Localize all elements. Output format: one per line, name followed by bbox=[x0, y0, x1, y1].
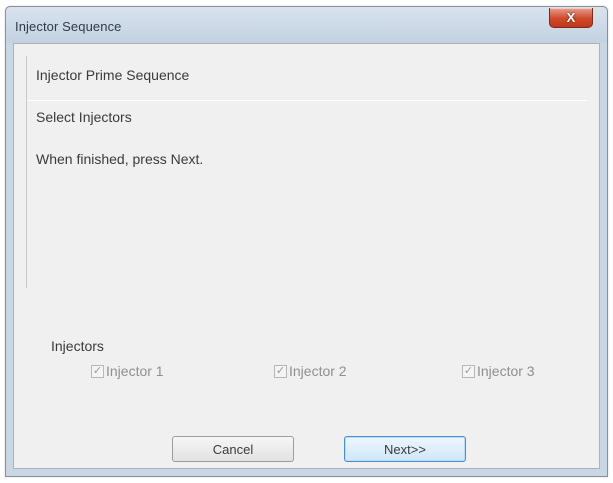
checkbox-checked-icon[interactable]: ✓ bbox=[462, 364, 475, 378]
injector-2-label: Injector 2 bbox=[289, 363, 347, 379]
close-button[interactable]: X bbox=[549, 8, 593, 28]
injectors-group: Injectors ✓ Injector 1 ✓ Injector 2 ✓ In… bbox=[42, 326, 582, 386]
checkbox-checked-icon[interactable]: ✓ bbox=[274, 364, 287, 378]
sequence-info-panel: Injector Prime Sequence Select Injectors… bbox=[26, 56, 587, 288]
dialog-body: Injector Prime Sequence Select Injectors… bbox=[13, 43, 600, 469]
window-title: Injector Sequence bbox=[15, 19, 122, 34]
next-button[interactable]: Next>> bbox=[344, 436, 466, 462]
step-label: Select Injectors bbox=[36, 109, 132, 125]
injector-sequence-dialog: Injector Sequence X Injector Prime Seque… bbox=[5, 6, 608, 477]
header-divider bbox=[27, 100, 587, 101]
title-bar[interactable]: Injector Sequence X bbox=[6, 7, 607, 43]
injector-3-label: Injector 3 bbox=[477, 363, 535, 379]
sequence-title: Injector Prime Sequence bbox=[36, 67, 190, 83]
cancel-button[interactable]: Cancel bbox=[172, 436, 294, 462]
injector-3-checkbox[interactable]: ✓ Injector 3 bbox=[462, 363, 535, 379]
checkbox-checked-icon[interactable]: ✓ bbox=[91, 364, 104, 378]
close-icon: X bbox=[566, 10, 576, 25]
instruction-text: When finished, press Next. bbox=[36, 151, 204, 167]
injectors-group-label: Injectors bbox=[51, 338, 104, 354]
injector-2-checkbox[interactable]: ✓ Injector 2 bbox=[274, 363, 347, 379]
injector-1-label: Injector 1 bbox=[106, 363, 164, 379]
injector-1-checkbox[interactable]: ✓ Injector 1 bbox=[91, 363, 164, 379]
